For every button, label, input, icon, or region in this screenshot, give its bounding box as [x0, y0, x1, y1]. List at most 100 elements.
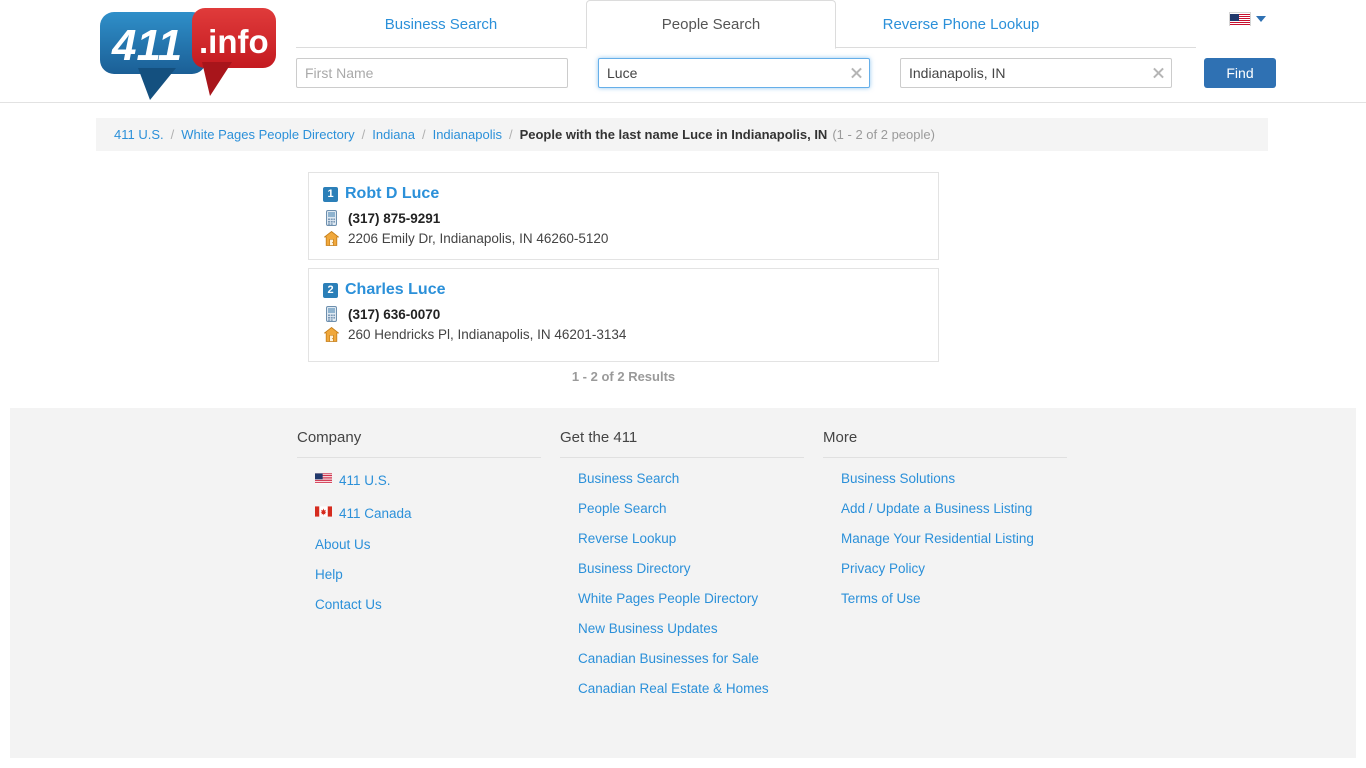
result-phone: (317) 636-0070: [348, 306, 441, 322]
footer-link-white-pages-people-directory[interactable]: White Pages People Directory: [578, 591, 758, 606]
location-input[interactable]: [900, 58, 1172, 88]
list-item: 411 U.S.: [315, 471, 560, 489]
ca-flag-icon: [315, 504, 332, 522]
first-name-input[interactable]: [296, 58, 568, 88]
footer-link-manage-residential-listing[interactable]: Manage Your Residential Listing: [841, 531, 1034, 546]
breadcrumb-result-count: (1 - 2 of 2 people): [832, 127, 935, 142]
footer-link-411-us[interactable]: 411 U.S.: [339, 473, 391, 488]
list-item: People Search: [578, 501, 823, 516]
footer-links-more: Business Solutions Add / Update a Busine…: [823, 458, 1086, 606]
clear-last-name-icon[interactable]: [849, 66, 863, 80]
footer-column-company: Company 411 U.S. 411 Canada About Us Hel…: [297, 429, 560, 711]
result-address: 2206 Emily Dr, Indianapolis, IN 46260-51…: [348, 231, 609, 246]
list-item: Privacy Policy: [841, 561, 1086, 576]
table-row[interactable]: 1 Robt D Luce (317) 875-9291 2206 Emily …: [308, 172, 939, 260]
site-header: 411 .info Business Search People Search …: [0, 0, 1366, 103]
site-footer: Company 411 U.S. 411 Canada About Us Hel…: [10, 408, 1356, 758]
list-item: About Us: [315, 537, 560, 552]
tab-reverse-phone-lookup-label: Reverse Phone Lookup: [882, 16, 1040, 33]
last-name-input[interactable]: [598, 58, 870, 88]
find-button[interactable]: Find: [1204, 58, 1276, 88]
footer-link-about-us[interactable]: About Us: [315, 537, 371, 552]
list-item: New Business Updates: [578, 621, 823, 636]
list-item: Canadian Businesses for Sale: [578, 651, 823, 666]
footer-link-privacy-policy[interactable]: Privacy Policy: [841, 561, 925, 576]
tab-reverse-phone-lookup[interactable]: Reverse Phone Lookup: [836, 0, 1086, 48]
footer-link-people-search[interactable]: People Search: [578, 501, 667, 516]
footer-link-411-canada[interactable]: 411 Canada: [339, 506, 412, 521]
result-rank-badge: 2: [323, 282, 338, 298]
footer-heading-more: More: [823, 429, 1067, 458]
footer-link-business-solutions[interactable]: Business Solutions: [841, 471, 955, 486]
result-phone: (317) 875-9291: [348, 210, 441, 226]
house-icon: [323, 327, 339, 342]
list-item: Help: [315, 567, 560, 582]
footer-link-business-directory[interactable]: Business Directory: [578, 561, 691, 576]
breadcrumb-separator: /: [361, 127, 366, 142]
result-address-row: 260 Hendricks Pl, Indianapolis, IN 46201…: [323, 327, 924, 342]
footer-links-get-the-411: Business Search People Search Reverse Lo…: [560, 458, 823, 696]
footer-link-business-search[interactable]: Business Search: [578, 471, 679, 486]
list-item: White Pages People Directory: [578, 591, 823, 606]
list-item: Manage Your Residential Listing: [841, 531, 1086, 546]
mobile-phone-icon: [323, 210, 339, 226]
chevron-down-icon: [1256, 16, 1266, 22]
list-item: Canadian Real Estate & Homes: [578, 681, 823, 696]
footer-link-contact-us[interactable]: Contact Us: [315, 597, 382, 612]
country-selector[interactable]: [1229, 12, 1266, 26]
breadcrumb-current: People with the last name Luce in Indian…: [519, 127, 828, 142]
list-item: Business Search: [578, 471, 823, 486]
footer-link-add-update-business-listing[interactable]: Add / Update a Business Listing: [841, 501, 1032, 516]
list-item: Contact Us: [315, 597, 560, 612]
breadcrumb-item-indianapolis[interactable]: Indianapolis: [433, 127, 502, 142]
clear-location-icon[interactable]: [1151, 66, 1165, 80]
footer-link-canadian-real-estate-homes[interactable]: Canadian Real Estate & Homes: [578, 681, 769, 696]
result-name-line: 2 Charles Luce: [323, 281, 924, 299]
list-item: Terms of Use: [841, 591, 1086, 606]
footer-column-more: More Business Solutions Add / Update a B…: [823, 429, 1086, 711]
svg-text:411: 411: [111, 21, 182, 70]
list-item: Business Directory: [578, 561, 823, 576]
footer-link-new-business-updates[interactable]: New Business Updates: [578, 621, 718, 636]
footer-links-company: 411 U.S. 411 Canada About Us Help Contac…: [297, 458, 560, 612]
result-phone-row: (317) 875-9291: [323, 210, 924, 226]
footer-link-canadian-businesses-for-sale[interactable]: Canadian Businesses for Sale: [578, 651, 759, 666]
footer-link-terms-of-use[interactable]: Terms of Use: [841, 591, 921, 606]
mobile-phone-icon: [323, 306, 339, 322]
tab-business-search-label: Business Search: [384, 16, 498, 33]
tab-people-search[interactable]: People Search: [586, 0, 836, 49]
result-address-row: 2206 Emily Dr, Indianapolis, IN 46260-51…: [323, 231, 924, 246]
svg-text:.info: .info: [199, 23, 269, 60]
list-item: Add / Update a Business Listing: [841, 501, 1086, 516]
result-phone-row: (317) 636-0070: [323, 306, 924, 322]
breadcrumb-separator: /: [421, 127, 426, 142]
breadcrumb-item-indiana[interactable]: Indiana: [372, 127, 415, 142]
search-type-tabs: Business Search People Search Reverse Ph…: [296, 0, 1196, 49]
breadcrumb-separator: /: [508, 127, 513, 142]
last-name-field-wrap: [598, 58, 870, 88]
table-row[interactable]: 2 Charles Luce (317) 636-0070 260 Hendri…: [308, 268, 939, 362]
footer-link-reverse-lookup[interactable]: Reverse Lookup: [578, 531, 676, 546]
breadcrumb-item-411-us[interactable]: 411 U.S.: [114, 127, 164, 142]
list-item: Reverse Lookup: [578, 531, 823, 546]
footer-heading-get-the-411: Get the 411: [560, 429, 804, 458]
breadcrumb-separator: /: [170, 127, 175, 142]
footer-column-get-the-411: Get the 411 Business Search People Searc…: [560, 429, 823, 711]
breadcrumb-item-white-pages[interactable]: White Pages People Directory: [181, 127, 354, 142]
tab-business-search[interactable]: Business Search: [296, 0, 586, 48]
footer-heading-company: Company: [297, 429, 541, 458]
result-person-name[interactable]: Charles Luce: [345, 281, 445, 299]
footer-link-help[interactable]: Help: [315, 567, 343, 582]
us-flag-icon: [315, 471, 332, 489]
result-name-line: 1 Robt D Luce: [323, 185, 924, 203]
house-icon: [323, 231, 339, 246]
people-search-form: Find: [296, 58, 1276, 88]
us-flag-icon: [1229, 12, 1251, 26]
result-rank-badge: 1: [323, 186, 338, 202]
site-logo[interactable]: 411 .info: [98, 6, 278, 100]
tab-people-search-label: People Search: [661, 16, 761, 33]
breadcrumb: 411 U.S. / White Pages People Directory …: [96, 118, 1268, 151]
result-person-name[interactable]: Robt D Luce: [345, 185, 439, 203]
list-item: Business Solutions: [841, 471, 1086, 486]
results-count-label: 1 - 2 of 2 Results: [571, 369, 676, 384]
